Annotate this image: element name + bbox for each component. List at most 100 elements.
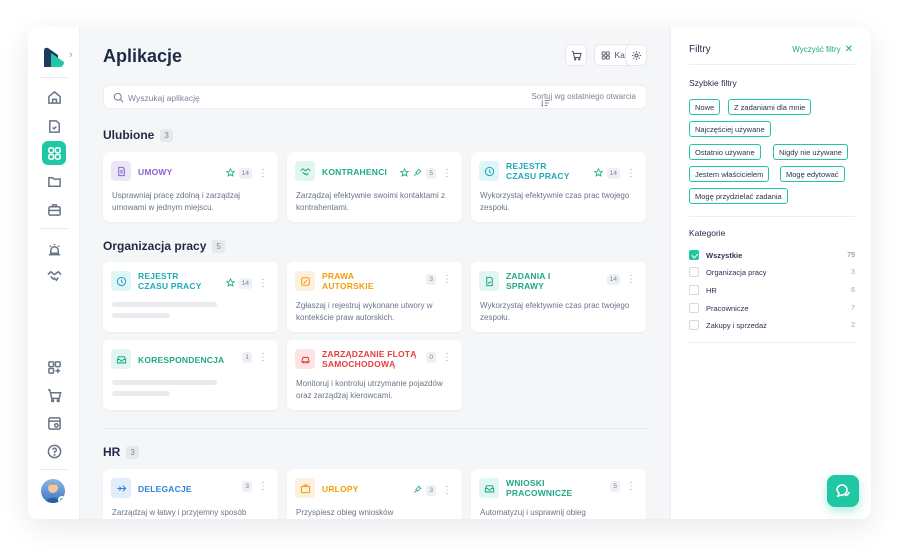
star-icon[interactable] — [399, 164, 410, 182]
more-icon[interactable]: ⋮ — [256, 482, 270, 492]
gear-icon — [631, 50, 641, 60]
rail-divider — [40, 77, 68, 78]
more-icon[interactable]: ⋮ — [624, 275, 638, 285]
category-all[interactable]: Wszystkie 75 — [689, 248, 855, 262]
section-hr-title: HR 3 — [103, 445, 139, 459]
filter-chip-recently-used[interactable]: Ostatnio używane — [689, 144, 761, 160]
star-icon[interactable] — [225, 164, 236, 182]
app-description: Zgłaszaj i rejestruj wykonane utwory w k… — [296, 301, 433, 322]
app-card-kontrahenci[interactable]: KONTRAHENCI 5 ⋮ Zarządzaj efektywnie swo… — [287, 152, 462, 222]
card-actions: 14 ⋮ — [225, 164, 270, 182]
card-count-badge: 14 — [606, 167, 620, 179]
app-card-rejestr-czasu-pracy[interactable]: REJESTR CZASU PRACY 14 ⋮ Wykorzystaj efe… — [471, 152, 646, 222]
app-card-zarzadzanie-flota[interactable]: ZARZĄDZANIE FLOTĄ SAMOCHODOWĄ 0 ⋮ Monito… — [287, 340, 462, 410]
app-card-delegacje[interactable]: DELEGACJE 3 ⋮ Zarządzaj w łatwy i przyje… — [103, 469, 278, 519]
nav-work[interactable] — [42, 197, 66, 221]
more-icon[interactable]: ⋮ — [256, 168, 270, 178]
category-employee[interactable]: Pracownicze 7 — [689, 301, 855, 315]
cart-button[interactable] — [565, 44, 587, 66]
section-label: HR — [103, 445, 121, 459]
app-description: Wykorzystaj efektywnie czas prac twojego… — [480, 191, 630, 212]
card-count-badge: 5 — [426, 167, 436, 179]
app-name: DELEGACJE — [138, 484, 192, 494]
section-count-badge: 5 — [212, 239, 225, 253]
more-icon[interactable]: ⋮ — [256, 353, 270, 363]
app-logo[interactable] — [42, 45, 66, 69]
filter-chip-owner[interactable]: Jestem właścicielem — [689, 166, 770, 182]
checkbox[interactable] — [689, 320, 699, 330]
app-description: Usprawniaj pracę zdolną i zarządzaj umow… — [112, 191, 241, 212]
nav-integrations[interactable] — [42, 263, 66, 287]
filter-chip-my-tasks[interactable]: Z zadaniami dla mnie — [728, 99, 812, 115]
star-icon[interactable] — [593, 164, 604, 182]
app-name: PRAWA AUTORSKIE — [322, 271, 374, 291]
checkbox[interactable] — [689, 285, 699, 295]
search-input[interactable] — [128, 90, 428, 105]
app-card-urlopy[interactable]: URLOPY 3 ⋮ Przyspiesz obieg wniosków — [287, 469, 462, 519]
app-name: REJESTR CZASU PRACY — [138, 271, 202, 291]
search-icon — [113, 92, 124, 103]
more-icon[interactable]: ⋮ — [256, 278, 270, 288]
mailbox-icon — [111, 349, 131, 369]
folder-icon — [47, 176, 61, 187]
more-icon[interactable]: ⋮ — [624, 482, 638, 492]
loading-placeholder — [112, 391, 170, 396]
plane-icon — [111, 478, 131, 498]
category-hr[interactable]: HR 6 — [689, 283, 855, 297]
filter-chip-can-edit[interactable]: Mogę edytować — [780, 166, 845, 182]
nav-documents[interactable] — [42, 114, 66, 138]
nav-help[interactable] — [42, 439, 66, 463]
settings-button[interactable] — [625, 44, 647, 66]
category-count: 6 — [851, 286, 855, 294]
more-icon[interactable]: ⋮ — [440, 353, 454, 363]
close-icon: ✕ — [844, 44, 853, 55]
app-card-prawa-autorskie[interactable]: PRAWA AUTORSKIE 3 ⋮ Zgłaszaj i rejestruj… — [287, 262, 462, 332]
filter-chip-never-used[interactable]: Nigdy nie używane — [773, 144, 848, 160]
help-icon — [47, 444, 61, 458]
nav-alerts[interactable] — [42, 237, 66, 261]
app-card-umowy[interactable]: UMOWY 14 ⋮ Usprawniaj pracę zdolną i zar… — [103, 152, 278, 222]
pin-icon[interactable] — [413, 481, 422, 499]
chat-button[interactable] — [827, 475, 859, 507]
nav-folders[interactable] — [42, 169, 66, 193]
pin-icon[interactable] — [413, 164, 422, 182]
checkbox[interactable] — [689, 303, 699, 313]
card-actions: 0 ⋮ — [426, 352, 454, 363]
star-icon[interactable] — [225, 274, 236, 292]
nav-cart[interactable] — [42, 383, 66, 407]
filter-chip-new[interactable]: Nowe — [689, 99, 721, 115]
category-work-organization[interactable]: Organizacja pracy 3 — [689, 265, 855, 279]
category-purchases-sales[interactable]: Zakupy i sprzedaż 2 — [689, 318, 855, 332]
app-name: WNIOSKI PRACOWNICZE — [506, 478, 573, 498]
nav-apps[interactable] — [42, 141, 66, 165]
quick-filters-title: Szybkie filtry — [689, 78, 737, 88]
chevron-right-icon[interactable]: › — [69, 49, 73, 61]
briefcase-icon — [47, 203, 61, 216]
filter-chip-most-used[interactable]: Najczęściej używane — [689, 121, 771, 137]
more-icon[interactable]: ⋮ — [440, 168, 454, 178]
avatar[interactable] — [41, 479, 65, 503]
app-card-korespondencja[interactable]: KORESPONDENCJA 1 ⋮ — [103, 340, 278, 410]
card-actions: 3 ⋮ — [426, 274, 454, 285]
category-count: 75 — [847, 251, 855, 259]
clear-filters-button[interactable]: Wyczyść filtry ✕ — [792, 44, 853, 55]
filter-chip-can-assign[interactable]: Mogę przydzielać zadania — [689, 188, 788, 204]
more-icon[interactable]: ⋮ — [440, 275, 454, 285]
checkbox[interactable] — [689, 267, 699, 277]
app-card-rejestr-czasu-pracy[interactable]: REJESTR CZASU PRACY 14 ⋮ — [103, 262, 278, 332]
nav-home[interactable] — [42, 85, 66, 109]
section-label: Ulubione — [103, 128, 155, 142]
app-card-wnioski-pracownicze[interactable]: WNIOSKI PRACOWNICZE 5 ⋮ Automatyzuj i us… — [471, 469, 646, 519]
category-label: Wszystkie — [706, 250, 743, 260]
sort-button[interactable]: Sortuj wg ostatniego otwarcia — [532, 92, 636, 107]
document-check-icon — [48, 119, 60, 133]
more-icon[interactable]: ⋮ — [440, 485, 454, 495]
app-card-zadania-i-sprawy[interactable]: ZADANIA I SPRAWY 14 ⋮ Wykorzystaj efekty… — [471, 262, 646, 332]
card-count-badge: 14 — [238, 277, 252, 289]
edit-document-icon — [295, 271, 315, 291]
nav-settings-apps[interactable] — [42, 411, 66, 435]
checkbox-checked[interactable] — [689, 250, 699, 260]
nav-add-apps[interactable] — [42, 355, 66, 379]
grid-add-icon — [47, 360, 61, 374]
more-icon[interactable]: ⋮ — [624, 168, 638, 178]
